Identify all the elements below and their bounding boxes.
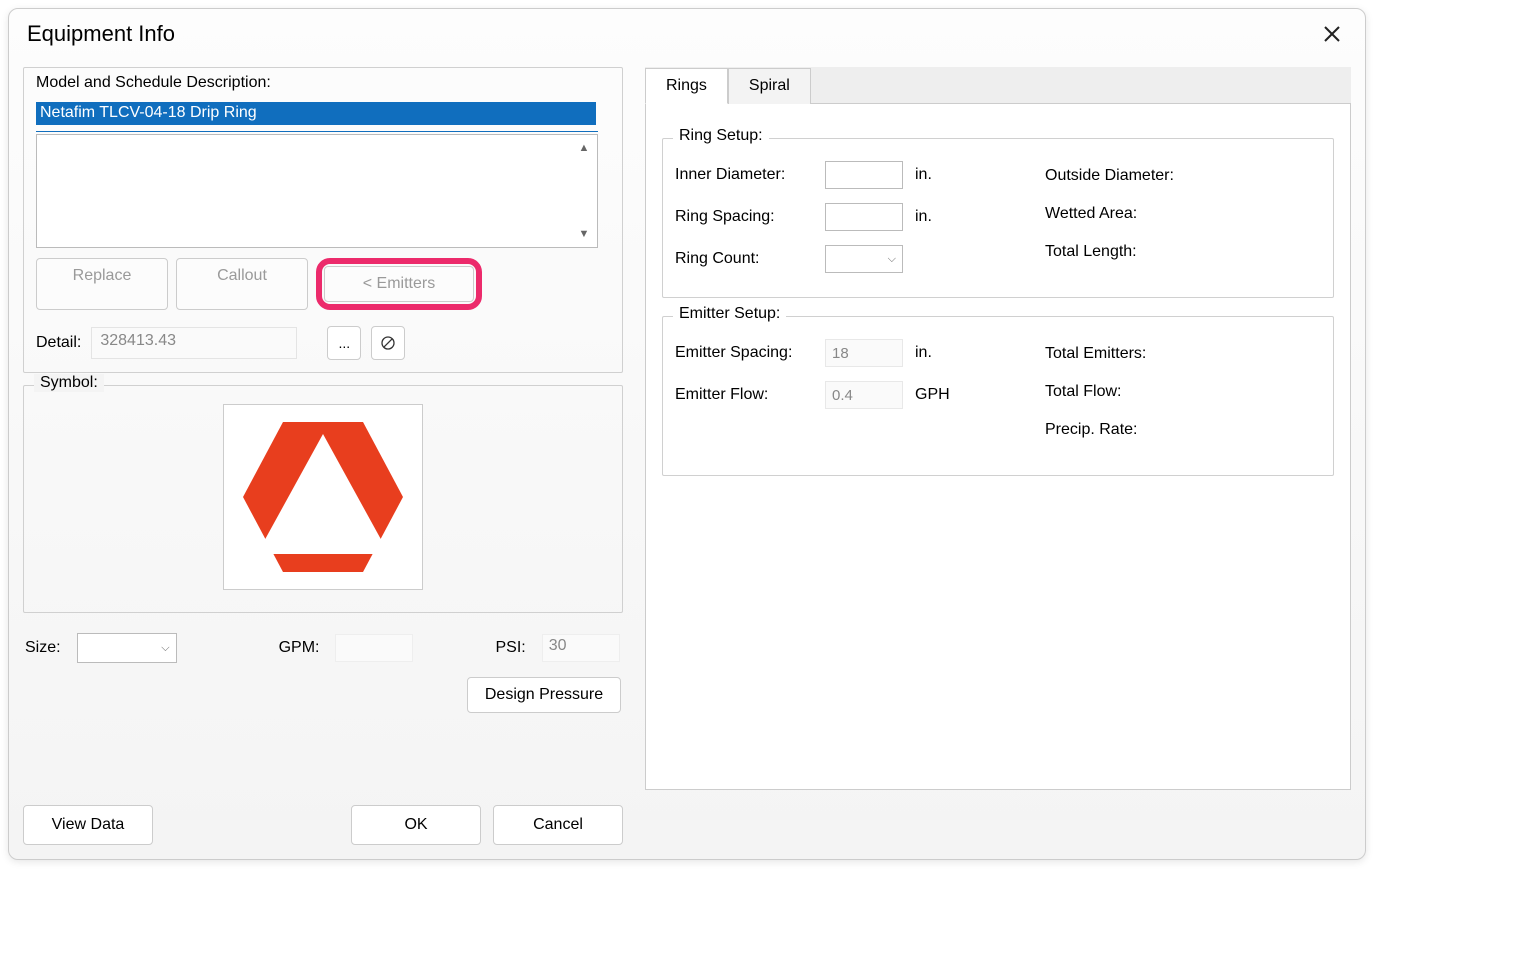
emitter-spacing-label: Emitter Spacing: — [675, 344, 825, 362]
emitter-flow-input — [825, 381, 903, 409]
cancel-button[interactable]: Cancel — [493, 805, 623, 845]
emitters-button[interactable]: < Emitters — [324, 266, 474, 302]
total-flow-label: Total Flow: — [1045, 383, 1321, 401]
ring-count-select[interactable]: ⌵ — [825, 245, 903, 273]
precip-rate-label: Precip. Rate: — [1045, 421, 1321, 439]
psi-field: 30 — [542, 634, 620, 662]
titlebar: Equipment Info — [9, 9, 1365, 55]
outside-diameter-label: Outside Diameter: — [1045, 167, 1321, 185]
ring-setup-group: Ring Setup: Inner Diameter: in. Ring Spa… — [662, 138, 1334, 298]
close-icon — [1323, 25, 1341, 43]
ring-spacing-unit: in. — [915, 208, 932, 226]
emitter-setup-legend: Emitter Setup: — [673, 305, 786, 323]
model-groupbox: Model and Schedule Description: Netafim … — [23, 67, 623, 373]
inner-diameter-label: Inner Diameter: — [675, 166, 825, 184]
dialog-content: Model and Schedule Description: Netafim … — [9, 55, 1365, 859]
ring-setup-legend: Ring Setup: — [673, 127, 769, 145]
model-input[interactable]: Netafim TLCV-04-18 Drip Ring — [36, 102, 596, 125]
total-length-label: Total Length: — [1045, 243, 1321, 261]
symbol-groupbox: Symbol: — [23, 385, 623, 613]
ring-count-label: Ring Count: — [675, 250, 825, 268]
ok-button[interactable]: OK — [351, 805, 481, 845]
close-button[interactable] — [1317, 19, 1347, 49]
size-label: Size: — [25, 639, 61, 657]
chevron-down-icon: ⌵ — [161, 642, 169, 655]
wetted-area-label: Wetted Area: — [1045, 205, 1321, 223]
model-button-row: Replace Callout < Emitters — [36, 258, 610, 310]
psi-label: PSI: — [495, 639, 525, 657]
callout-button[interactable]: Callout — [176, 258, 308, 310]
chevron-up-icon: ▲ — [579, 142, 590, 154]
detail-clear-button[interactable] — [371, 326, 405, 360]
no-entry-icon — [380, 335, 396, 351]
size-gpm-psi-row: Size: ⌵ GPM: PSI: 30 — [23, 633, 623, 663]
emitter-setup-group: Emitter Setup: Emitter Spacing: in. Emit… — [662, 316, 1334, 476]
inner-diameter-unit: in. — [915, 166, 932, 184]
right-column: Rings Spiral Ring Setup: Inner Diameter:… — [645, 55, 1351, 845]
view-data-button[interactable]: View Data — [23, 805, 153, 845]
model-label: Model and Schedule Description: — [36, 74, 610, 92]
gpm-label: GPM: — [279, 639, 320, 657]
scroll-down-button[interactable]: ▼ — [573, 223, 595, 245]
tab-strip: Rings Spiral — [645, 67, 1351, 104]
gpm-field — [335, 634, 413, 662]
emitter-spacing-unit: in. — [915, 344, 932, 362]
symbol-label: Symbol: — [34, 374, 104, 392]
model-input-row: Netafim TLCV-04-18 Drip Ring — [36, 100, 598, 132]
emitter-flow-unit: GPH — [915, 386, 950, 404]
tab-spiral[interactable]: Spiral — [728, 68, 811, 104]
detail-row: Detail: 328413.43 ... — [36, 326, 610, 360]
equipment-info-dialog: Equipment Info Model and Schedule Descri… — [8, 8, 1366, 860]
total-emitters-label: Total Emitters: — [1045, 345, 1321, 363]
symbol-preview — [223, 404, 423, 590]
tab-rings[interactable]: Rings — [645, 68, 728, 104]
symbol-icon — [233, 412, 413, 582]
design-pressure-button[interactable]: Design Pressure — [467, 677, 621, 713]
replace-button[interactable]: Replace — [36, 258, 168, 310]
chevron-down-icon: ⌵ — [888, 253, 896, 266]
footer-row: View Data OK Cancel — [23, 781, 623, 845]
tab-content-rings: Ring Setup: Inner Diameter: in. Ring Spa… — [645, 104, 1351, 790]
model-listbox[interactable]: ▲ ▼ — [36, 134, 598, 248]
detail-label: Detail: — [36, 334, 81, 352]
detail-field[interactable]: 328413.43 — [91, 327, 297, 359]
detail-browse-button[interactable]: ... — [327, 326, 361, 360]
emitter-flow-label: Emitter Flow: — [675, 386, 825, 404]
scroll-up-button[interactable]: ▲ — [573, 137, 595, 159]
dialog-title: Equipment Info — [27, 21, 175, 47]
ring-spacing-label: Ring Spacing: — [675, 208, 825, 226]
inner-diameter-input[interactable] — [825, 161, 903, 189]
emitters-highlight: < Emitters — [316, 258, 482, 310]
size-select[interactable]: ⌵ — [77, 633, 177, 663]
ring-spacing-input[interactable] — [825, 203, 903, 231]
emitter-spacing-input — [825, 339, 903, 367]
chevron-down-icon: ▼ — [579, 228, 590, 240]
left-column: Model and Schedule Description: Netafim … — [23, 55, 623, 845]
